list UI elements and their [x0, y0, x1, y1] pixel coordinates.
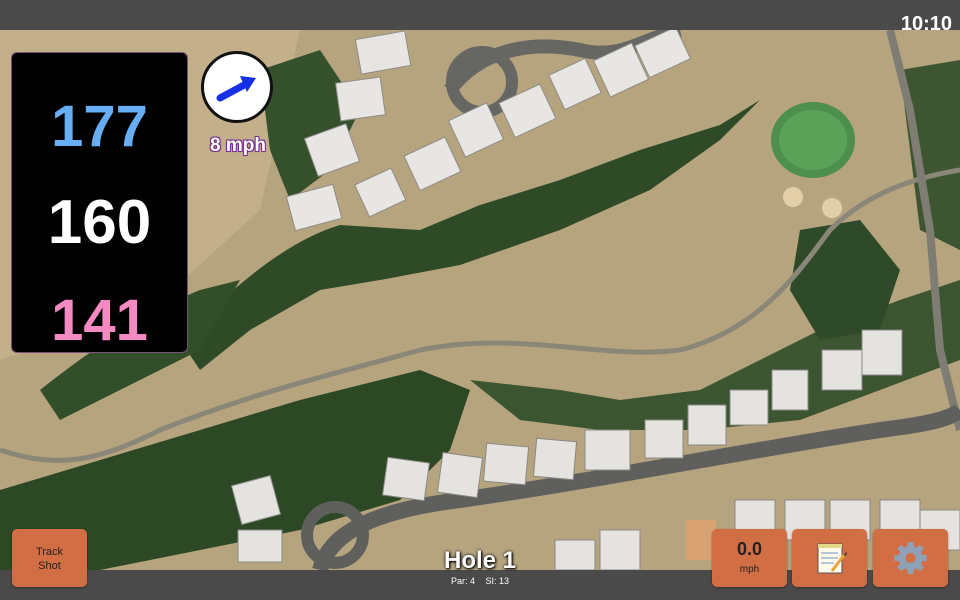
- hole-stroke-index: SI: 13: [485, 576, 510, 586]
- speed-button[interactable]: 0.0 mph: [712, 529, 787, 587]
- notes-button[interactable]: [792, 529, 867, 587]
- speed-value: 0.0: [736, 539, 763, 559]
- front-of-green-distance: 141: [51, 288, 148, 353]
- course-map[interactable]: 177 160 141 8 mph: [0, 30, 960, 570]
- wind-speed-label: 8 mph: [210, 135, 266, 156]
- hole-info: Par: 4 SI: 13: [380, 576, 580, 586]
- notepad-icon: [817, 543, 847, 574]
- arrow-icon: [216, 76, 256, 102]
- speed-unit: mph: [739, 564, 760, 575]
- middle-of-green-distance: 160: [47, 188, 152, 257]
- settings-button[interactable]: [873, 529, 948, 587]
- track-shot-label-line1: Track: [35, 546, 64, 558]
- status-bar: 10:10: [0, 0, 960, 34]
- wind-direction-indicator: [201, 51, 273, 123]
- track-shot-button[interactable]: Track Shot: [12, 529, 87, 587]
- gear-icon: [894, 542, 927, 574]
- back-of-green-distance: 177: [51, 94, 148, 159]
- hole-par: Par: 4: [450, 576, 475, 586]
- distance-panel: 177 160 141: [11, 52, 188, 353]
- hole-title: Hole 1: [443, 547, 517, 574]
- track-shot-label-line2: Shot: [38, 560, 61, 572]
